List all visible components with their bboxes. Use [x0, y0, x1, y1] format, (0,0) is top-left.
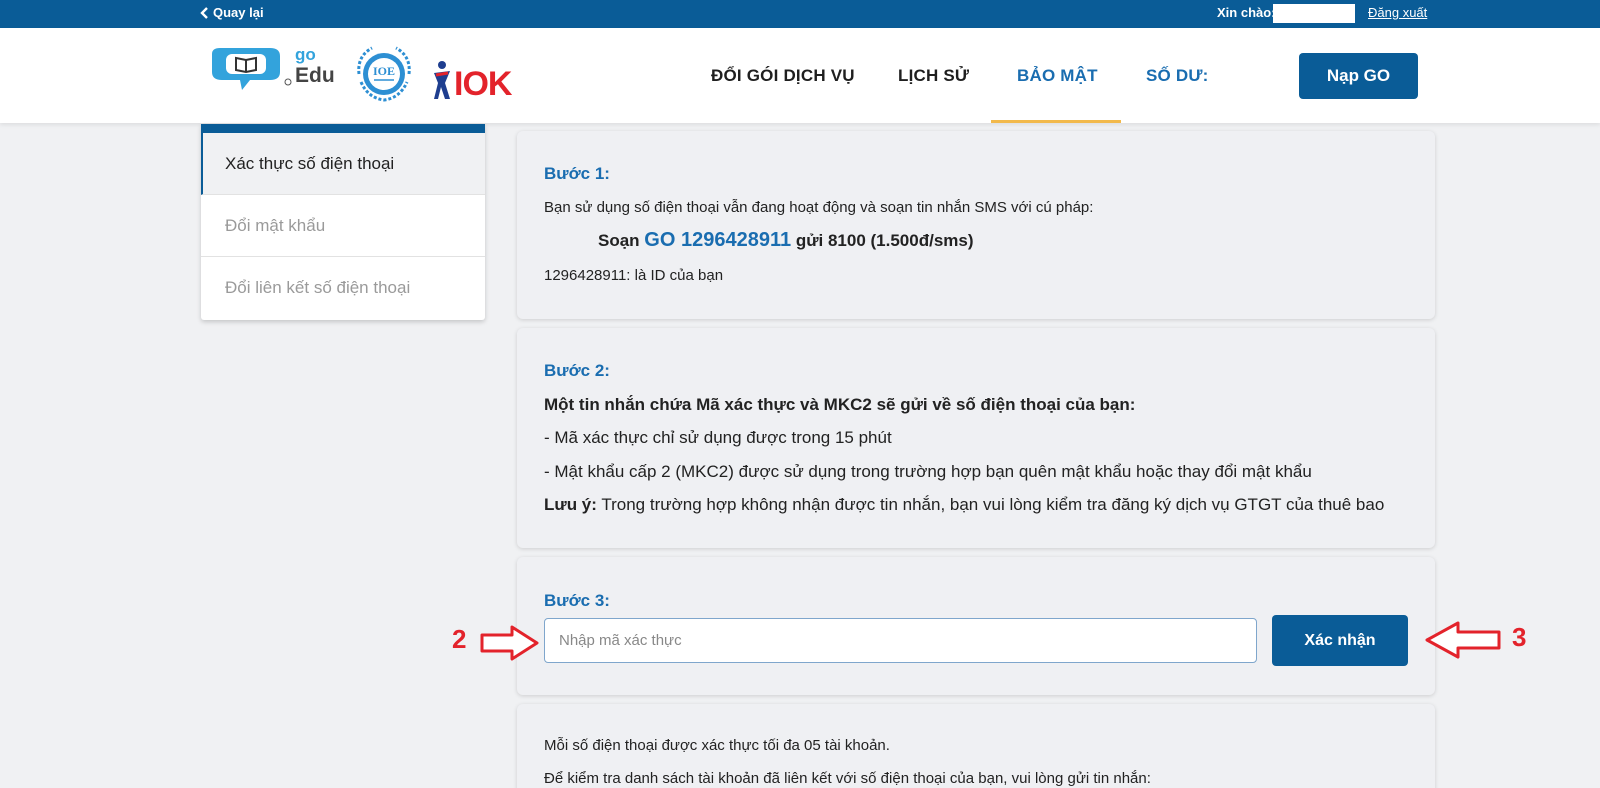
top-bar: Quay lại Xin chào: Đăng xuất — [0, 0, 1600, 28]
note-label: Lưu ý: — [544, 495, 597, 514]
step1-id-note: 1296428911: là ID của bạn — [544, 267, 724, 284]
goedu-logo[interactable]: go Edu — [206, 44, 335, 99]
nav-balance[interactable]: SỐ DƯ: — [1146, 66, 1209, 86]
info-line2: Để kiểm tra danh sách tài khoản đã liên … — [544, 770, 1151, 787]
step2-note: Lưu ý: Trong trường hợp không nhận được … — [544, 495, 1384, 515]
svg-text:IOK: IOK — [454, 65, 513, 103]
step3-title: Bước 3: — [544, 591, 610, 610]
logout-link[interactable]: Đăng xuất — [1368, 5, 1427, 20]
step2-card: Bước 2: Một tin nhắn chứa Mã xác thực và… — [517, 328, 1435, 548]
sms-prefix: Soạn — [598, 231, 640, 250]
info-card: Mỗi số điện thoại được xác thực tối đa 0… — [517, 704, 1435, 788]
topup-button[interactable]: Nạp GO — [1299, 53, 1418, 99]
verification-code-input[interactable] — [544, 618, 1257, 663]
sidebar-item-change-phone-link[interactable]: Đổi liên kết số điện thoại — [201, 257, 485, 319]
nav-history[interactable]: LỊCH SỬ — [898, 66, 969, 86]
sidebar-item-change-password[interactable]: Đổi mật khẩu — [201, 195, 485, 257]
svg-text:Edu: Edu — [295, 64, 334, 87]
back-link[interactable]: Quay lại — [200, 5, 264, 20]
step2-title: Bước 2: — [544, 361, 610, 380]
sidebar-top-bar — [201, 124, 485, 133]
confirm-button[interactable]: Xác nhận — [1272, 615, 1408, 666]
step3-card: Bước 3: Xác nhận — [517, 557, 1435, 695]
annotation-number-3: 3 — [1512, 622, 1527, 652]
iok-logo[interactable]: IOK — [432, 59, 520, 108]
nav-change-plan[interactable]: ĐỔI GÓI DỊCH VỤ — [711, 66, 855, 86]
annotation-number-2: 2 — [452, 624, 467, 654]
annotation-arrow-left-icon — [1425, 621, 1501, 659]
note-text: Trong trường hợp không nhận được tin nhắ… — [601, 495, 1385, 514]
back-label: Quay lại — [213, 5, 264, 20]
sidebar-item-verify-phone[interactable]: Xác thực số điện thoại — [201, 133, 485, 195]
nav-security[interactable]: BẢO MẬT — [1017, 66, 1098, 86]
step1-card: Bước 1: Bạn sử dụng số điện thoại vẫn đa… — [517, 131, 1435, 319]
step1-title: Bước 1: — [544, 164, 610, 183]
ioe-logo[interactable]: IOE — [352, 44, 416, 109]
chevron-left-icon — [200, 6, 208, 19]
step2-line2: - Mật khẩu cấp 2 (MKC2) được sử dụng tro… — [544, 462, 1312, 481]
username-box — [1273, 4, 1355, 23]
step1-intro: Bạn sử dụng số điện thoại vẫn đang hoạt … — [544, 199, 1094, 216]
svg-text:go: go — [295, 45, 316, 64]
nav-active-underline — [991, 120, 1121, 123]
step1-sms-syntax: Soạn GO 1296428911 gửi 8100 (1.500đ/sms) — [598, 229, 974, 252]
info-line1: Mỗi số điện thoại được xác thực tối đa 0… — [544, 737, 890, 754]
sidebar: Xác thực số điện thoại Đổi mật khẩu Đổi … — [201, 124, 485, 320]
sms-suffix: gửi 8100 (1.500đ/sms) — [795, 231, 974, 250]
svg-text:IOE: IOE — [373, 64, 395, 78]
sms-code: GO 1296428911 — [644, 229, 792, 251]
step2-line1: - Mã xác thực chỉ sử dụng được trong 15 … — [544, 428, 892, 447]
step2-heading: Một tin nhắn chứa Mã xác thực và MKC2 sẽ… — [544, 395, 1136, 414]
annotation-arrow-right-icon — [480, 625, 539, 661]
greeting-label: Xin chào: — [1217, 5, 1276, 20]
